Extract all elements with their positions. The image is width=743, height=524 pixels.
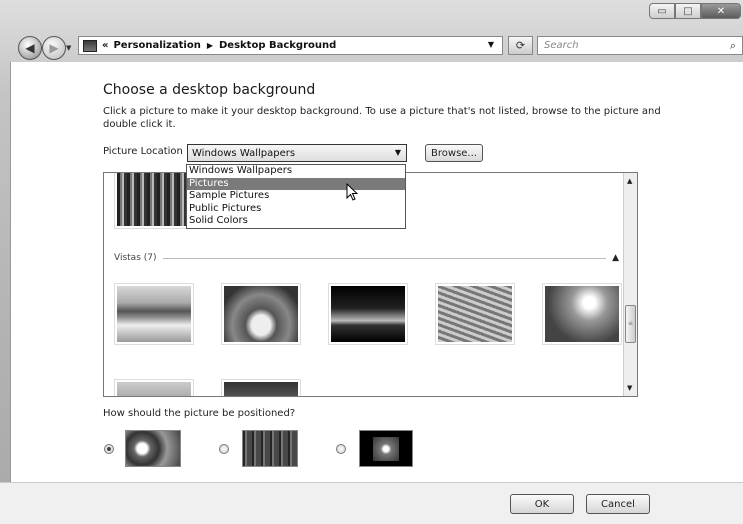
ok-button[interactable]: OK [510, 494, 574, 514]
dialog-footer: OK Cancel [0, 482, 743, 524]
address-dropdown-icon[interactable]: ▼ [488, 40, 494, 49]
wallpaper-thumbnail[interactable] [221, 379, 301, 396]
scroll-up-icon[interactable]: ▲ [627, 177, 632, 185]
browse-button[interactable]: Browse... [425, 144, 483, 162]
back-button[interactable]: ◀ [18, 36, 42, 60]
window-frame: ▭ □ ✕ ◀ ▶ ▼ « Personalization ▶ Desktop … [0, 0, 743, 524]
dropdown-option[interactable]: Windows Wallpapers [187, 165, 405, 178]
dropdown-option[interactable]: Sample Pictures [187, 190, 405, 203]
breadcrumb-personalization[interactable]: Personalization [113, 40, 200, 51]
search-input[interactable]: Search ⌕ [537, 36, 743, 55]
control-panel-icon [83, 39, 97, 52]
position-question: How should the picture be positioned? [103, 408, 296, 419]
dropdown-option[interactable]: Solid Colors [187, 215, 405, 228]
position-center-radio[interactable] [336, 444, 346, 454]
picture-location-value: Windows Wallpapers [192, 147, 296, 159]
page-title: Choose a desktop background [103, 82, 316, 98]
forward-button[interactable]: ▶ [42, 36, 66, 60]
position-tile-radio[interactable] [219, 444, 229, 454]
wallpaper-thumbnail[interactable] [114, 173, 194, 229]
position-fill-preview[interactable] [125, 430, 181, 467]
scroll-down-icon[interactable]: ▼ [627, 384, 632, 392]
back-arrow-icon: ◀ [25, 41, 35, 55]
refresh-icon: ⟳ [515, 39, 526, 52]
forward-arrow-icon: ▶ [49, 41, 59, 55]
mouse-pointer-icon [346, 183, 359, 201]
refresh-button[interactable]: ⟳ [508, 36, 533, 55]
wallpaper-thumbnail[interactable] [114, 379, 194, 396]
maximize-button[interactable]: □ [675, 3, 701, 19]
recent-pages-dropdown[interactable]: ▼ [66, 44, 71, 52]
close-icon: ✕ [716, 5, 726, 17]
picture-location-dropdown[interactable]: Windows Wallpapers Pictures Sample Pictu… [186, 164, 406, 229]
position-tile-preview[interactable] [242, 430, 298, 467]
window-controls: ▭ □ ✕ [649, 3, 741, 19]
wallpaper-thumbnail[interactable] [542, 283, 622, 345]
collapse-group-icon[interactable]: ▲ [612, 253, 619, 263]
search-placeholder: Search [544, 40, 579, 51]
position-fill-radio[interactable] [104, 444, 114, 454]
center-preview-image [373, 436, 399, 461]
group-label: Vistas (7) [114, 253, 157, 263]
wallpaper-thumbnail[interactable] [435, 283, 515, 345]
picture-location-label: Picture Location [103, 146, 183, 157]
minimize-button[interactable]: ▭ [649, 3, 675, 19]
breadcrumb-overflow[interactable]: « [102, 40, 108, 51]
group-header[interactable]: Vistas (7) ▲ [114, 253, 619, 263]
wallpaper-thumbnail[interactable] [328, 283, 408, 345]
dropdown-option-highlighted[interactable]: Pictures [187, 177, 405, 190]
page-description: Click a picture to make it your desktop … [103, 106, 661, 130]
scrollbar-thumb[interactable]: ≡ [625, 305, 636, 343]
chevron-down-icon: ▼ [394, 148, 401, 157]
wallpaper-thumbnail[interactable] [114, 283, 194, 345]
position-center-preview[interactable] [359, 430, 413, 467]
minimize-icon: ▭ [657, 5, 667, 17]
main-content: Choose a desktop background Click a pict… [10, 62, 743, 482]
breadcrumb-desktop-background[interactable]: Desktop Background [219, 40, 336, 51]
close-button[interactable]: ✕ [701, 3, 741, 19]
search-icon[interactable]: ⌕ [730, 39, 736, 53]
breadcrumb-separator-icon[interactable]: ▶ [207, 41, 213, 50]
group-divider [162, 257, 607, 259]
picture-location-select[interactable]: Windows Wallpapers ▼ [187, 144, 407, 162]
maximize-icon: □ [683, 5, 693, 17]
dropdown-option[interactable]: Public Pictures [187, 203, 405, 216]
address-bar[interactable]: « Personalization ▶ Desktop Background ▼ [78, 36, 503, 55]
navigation-bar: ◀ ▶ ▼ « Personalization ▶ Desktop Backgr… [0, 28, 743, 62]
cancel-button[interactable]: Cancel [586, 494, 650, 514]
wallpaper-thumbnail[interactable] [221, 283, 301, 345]
gallery-scrollbar[interactable]: ▲ ≡ ▼ [623, 173, 637, 396]
